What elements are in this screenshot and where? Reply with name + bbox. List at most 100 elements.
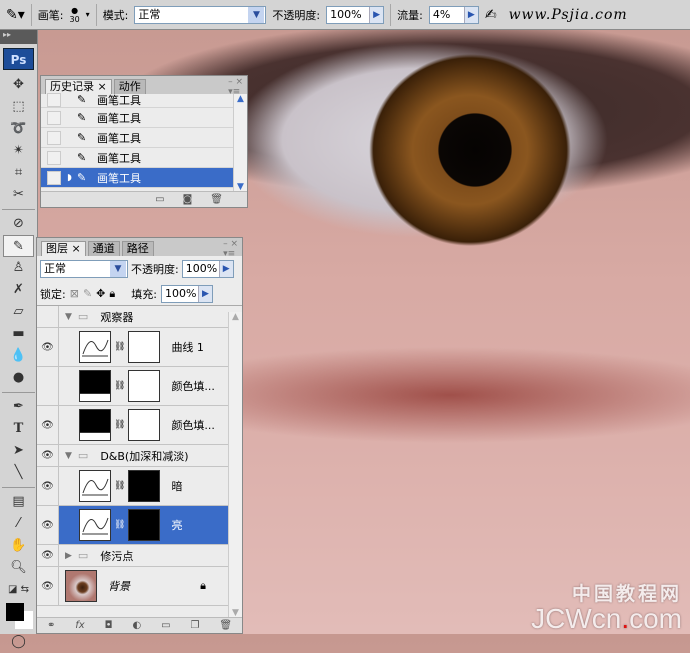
blend-mode-select[interactable]: 正常 ▼	[40, 260, 128, 278]
layer-row[interactable]: 👁︎ 背景 🔒︎	[37, 567, 230, 606]
stamp-tool-icon[interactable]: ♙	[0, 257, 37, 279]
layer-row[interactable]: 👁︎ ⛓ 曲线 1	[37, 328, 230, 367]
history-item[interactable]: ◗ ✎ 画笔工具	[41, 168, 247, 188]
collapse-arrow-icon[interactable]: ▼	[65, 451, 72, 461]
flow-input[interactable]: 4% ▶	[428, 5, 479, 24]
line-tool-icon[interactable]: ╲	[0, 462, 37, 484]
layer-opacity-input[interactable]: 100% ▶	[181, 260, 234, 278]
snapshot-icon[interactable]: ◙	[183, 194, 193, 205]
move-tool-icon[interactable]: ✥	[0, 74, 37, 96]
layer-row[interactable]: ⛓ 颜色填...	[37, 367, 230, 406]
opacity-input[interactable]: 100% ▶	[326, 5, 385, 24]
tab-paths[interactable]: 路径	[121, 241, 154, 256]
link-layers-icon[interactable]: ⚭	[47, 620, 55, 631]
history-item[interactable]: ✎ 画笔工具	[41, 128, 247, 148]
chain-link-icon[interactable]: ⛓	[114, 520, 125, 530]
layer-mask-thumbnail[interactable]	[128, 331, 161, 363]
lock-position-icon[interactable]: ✥	[96, 287, 105, 300]
layer-row[interactable]: 👁︎ ⛓ 亮	[37, 506, 230, 545]
tab-channels[interactable]: 通道	[87, 241, 120, 256]
new-layer-icon[interactable]: ❐	[190, 620, 199, 631]
adjustment-layer-icon[interactable]: ◐	[132, 620, 141, 631]
quick-mask-icon[interactable]: ◯	[0, 631, 37, 653]
trash-icon[interactable]: 🗑︎	[219, 620, 232, 631]
type-tool-icon[interactable]: T	[0, 418, 37, 440]
visibility-toggle[interactable]	[37, 306, 59, 327]
eye-icon[interactable]: 👁︎	[37, 545, 59, 566]
tab-layers[interactable]: 图层 ×	[41, 241, 86, 256]
gradient-tool-icon[interactable]: ▬	[0, 323, 37, 345]
layer-mask-thumbnail[interactable]	[128, 470, 161, 502]
panel-menu-icon[interactable]: – × ▾≡	[223, 239, 238, 259]
chain-link-icon[interactable]: ⛓	[114, 342, 125, 352]
eraser-tool-icon[interactable]: ▱	[0, 301, 37, 323]
blur-tool-icon[interactable]: 💧	[0, 345, 37, 367]
add-mask-icon[interactable]: ◘	[105, 620, 113, 631]
crop-tool-icon[interactable]: ⌗	[0, 162, 37, 184]
marquee-tool-icon[interactable]: ⬚	[0, 96, 37, 118]
chain-link-icon[interactable]: ⛓	[114, 420, 125, 430]
healing-brush-icon[interactable]: ⊘	[0, 213, 37, 235]
eye-icon[interactable]: 👁︎	[37, 467, 59, 505]
expand-arrow-icon[interactable]: ▶	[65, 551, 72, 561]
magic-wand-icon[interactable]: ✴	[0, 140, 37, 162]
layer-row[interactable]: 👁︎ ⛓ 颜色填...	[37, 406, 230, 445]
layer-mask-thumbnail[interactable]	[128, 509, 161, 541]
history-source-checkbox[interactable]	[47, 150, 61, 165]
history-source-checkbox[interactable]	[47, 170, 61, 185]
eye-icon[interactable]: 👁︎	[37, 567, 59, 605]
collapse-icon[interactable]: ▸▸	[0, 30, 37, 44]
layer-mask-thumbnail[interactable]	[128, 370, 161, 402]
eye-icon[interactable]: 👁︎	[37, 328, 59, 366]
notes-tool-icon[interactable]: ▤	[0, 491, 37, 513]
lock-all-icon[interactable]: 🔒︎	[109, 287, 115, 301]
lasso-tool-icon[interactable]: ➰	[0, 118, 37, 140]
new-group-icon[interactable]: ▭	[161, 620, 170, 631]
foreground-color[interactable]	[6, 603, 24, 621]
chain-link-icon[interactable]: ⛓	[114, 381, 125, 391]
history-item[interactable]: ✎ 画笔工具	[41, 148, 247, 168]
layer-mask-thumbnail[interactable]	[128, 409, 161, 441]
slice-tool-icon[interactable]: ✂	[0, 184, 37, 206]
collapse-arrow-icon[interactable]: ▼	[65, 312, 72, 322]
history-source-checkbox[interactable]	[47, 130, 61, 145]
opacity-slider-arrow[interactable]: ▶	[218, 261, 233, 277]
history-brush-icon[interactable]: ✗	[0, 279, 37, 301]
lock-transparency-icon[interactable]: ⊠	[70, 287, 79, 300]
history-item[interactable]: ✎ 画笔工具	[41, 92, 247, 108]
layer-row[interactable]: 👁︎ ▼ ▭ D&B(加深和减淡)	[37, 445, 230, 467]
history-scrollbar[interactable]: ▲ ▼	[233, 94, 247, 192]
lock-pixels-icon[interactable]: ✎	[83, 287, 92, 300]
history-source-checkbox[interactable]	[47, 92, 61, 107]
brush-tool-icon[interactable]: ✎▾	[6, 7, 25, 23]
airbrush-icon[interactable]: ✍	[485, 7, 497, 23]
layer-style-icon[interactable]: fx	[75, 620, 84, 631]
zoom-tool-icon[interactable]: 🔍︎	[0, 557, 37, 579]
layer-row[interactable]: 👁︎ ⛓ 暗	[37, 467, 230, 506]
pen-tool-icon[interactable]: ✒	[0, 396, 37, 418]
history-source-checkbox[interactable]	[47, 110, 61, 125]
eye-icon[interactable]: 👁︎	[37, 506, 59, 544]
hand-tool-icon[interactable]: ✋	[0, 535, 37, 557]
opacity-slider-arrow[interactable]: ▶	[369, 6, 384, 23]
layer-row[interactable]: ▼ ▭ 观察器	[37, 306, 230, 328]
eye-icon[interactable]: 👁︎	[37, 406, 59, 444]
mode-select[interactable]: 正常 ▼	[134, 5, 267, 24]
dodge-tool-icon[interactable]: ●	[0, 367, 37, 389]
history-item[interactable]: ✎ 画笔工具	[41, 108, 247, 128]
new-document-icon[interactable]: ▭	[155, 194, 164, 205]
brush-preset-picker[interactable]: ● 30	[69, 6, 79, 24]
swap-colors-icon[interactable]: ◪ ⇆	[0, 579, 37, 601]
layers-scrollbar[interactable]: ▲ ▼	[228, 312, 242, 618]
chain-link-icon[interactable]: ⛓	[114, 481, 125, 491]
eyedropper-icon[interactable]: ⁄	[0, 513, 37, 535]
color-swatches[interactable]	[0, 601, 37, 631]
path-select-icon[interactable]: ➤	[0, 440, 37, 462]
trash-icon[interactable]: 🗑︎	[210, 194, 223, 205]
fill-input[interactable]: 100% ▶	[160, 284, 213, 303]
layer-row[interactable]: 👁︎ ▶ ▭ 修污点	[37, 545, 230, 567]
flow-slider-arrow[interactable]: ▶	[463, 6, 478, 23]
brush-tool-icon[interactable]: ✎	[3, 235, 34, 257]
eye-icon[interactable]: 👁︎	[37, 445, 59, 466]
visibility-toggle[interactable]	[37, 367, 59, 405]
